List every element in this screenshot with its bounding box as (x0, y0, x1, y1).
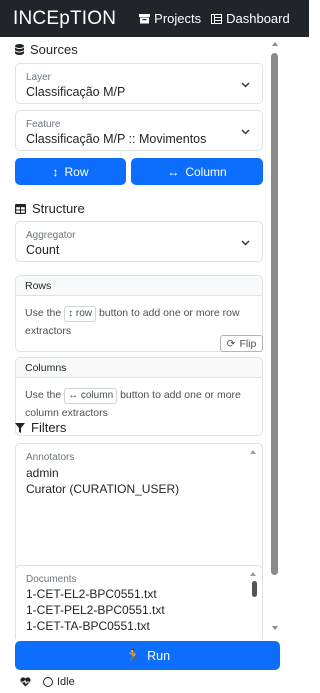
scroll-up-arrow[interactable] (272, 42, 278, 46)
aggregator-select[interactable]: Aggregator Count (15, 221, 263, 262)
inline-column-label: column (80, 390, 114, 401)
scroll-up-arrow[interactable] (250, 450, 256, 454)
main-scrollbar-thumb[interactable] (271, 53, 278, 575)
document-option[interactable]: 1-CET-EL2-BPC0551.txt (26, 587, 157, 601)
sources-title: Sources (30, 42, 78, 57)
app-brand[interactable]: INCEpTION (13, 8, 116, 30)
heartbeat-icon (20, 677, 31, 687)
add-column-label: Column (185, 164, 227, 179)
document-option[interactable]: 1-CET-TA-BPC0551.txt (26, 619, 150, 633)
chevron-down-icon (241, 82, 250, 88)
sidebar-scroll-area[interactable]: Sources Layer Classificação M/P Feature … (0, 37, 309, 639)
structure-heading: Structure (15, 201, 85, 216)
chevron-down-icon (241, 240, 250, 246)
layer-select[interactable]: Layer Classificação M/P (15, 63, 263, 104)
inline-row-button: ↕ row (64, 306, 97, 322)
refresh-icon: ⟳ (226, 337, 236, 350)
document-option[interactable]: 1-CET-PEL2-BPC0551.txt (26, 603, 165, 617)
aggregator-value: Count (26, 243, 60, 257)
add-row-button[interactable]: ↕ Row (15, 158, 126, 185)
status-bar: Idle (20, 676, 75, 688)
horizontal-arrows-icon: ↔ (167, 164, 180, 179)
add-row-label: Row (64, 164, 89, 179)
top-navbar: INCEpTION Projects Dashboard (0, 0, 309, 37)
filters-heading: Filters (15, 420, 66, 435)
layer-label: Layer (26, 72, 52, 83)
documents-scrollbar-thumb[interactable] (252, 581, 257, 597)
scroll-down-arrow[interactable] (272, 626, 278, 630)
nav-projects-label: Projects (154, 11, 202, 26)
documents-label: Documents (26, 574, 77, 585)
projects-icon (139, 13, 151, 23)
aggregator-label: Aggregator (26, 230, 76, 241)
scroll-up-arrow[interactable] (250, 572, 256, 576)
feature-value: Classificação M/P :: Movimentos (26, 132, 207, 146)
vertical-arrows-icon: ↕ (52, 164, 59, 179)
add-column-button[interactable]: ↔ Column (131, 158, 263, 185)
flip-button[interactable]: ⟳ Flip (220, 335, 263, 352)
status-circle-icon (43, 677, 53, 687)
sources-heading: Sources (15, 42, 78, 57)
status-text: Idle (57, 676, 75, 688)
dashboard-icon (211, 13, 223, 24)
annotator-option[interactable]: admin (26, 466, 59, 480)
annotator-option[interactable]: Curator (CURATION_USER) (26, 482, 179, 496)
inline-row-label: row (75, 308, 93, 319)
layer-value: Classificação M/P (26, 85, 126, 99)
running-person-icon: 🏃 (124, 647, 142, 663)
feature-label: Feature (26, 119, 61, 130)
run-button[interactable]: 🏃 Run (15, 641, 280, 670)
nav-dashboard-link[interactable]: Dashboard (211, 11, 290, 26)
nav-projects-link[interactable]: Projects (139, 11, 201, 26)
inline-column-button: ↔ column (64, 388, 118, 404)
table-icon (15, 203, 26, 214)
filters-title: Filters (31, 420, 67, 435)
rows-header: Rows (16, 276, 262, 296)
chevron-down-icon (241, 129, 250, 135)
columns-help-prefix: Use the (25, 389, 62, 401)
columns-header: Columns (16, 358, 262, 378)
rows-help-prefix: Use the (25, 307, 62, 319)
flip-label: Flip (239, 337, 257, 350)
run-label: Run (147, 648, 171, 663)
annotators-label: Annotators (26, 452, 75, 463)
structure-title: Structure (32, 201, 85, 216)
feature-select[interactable]: Feature Classificação M/P :: Movimentos (15, 110, 263, 151)
database-icon (15, 44, 24, 55)
filter-icon (15, 422, 25, 433)
documents-listbox[interactable]: Documents 1-CET-EL2-BPC0551.txt 1-CET-PE… (15, 565, 263, 639)
nav-dashboard-label: Dashboard (226, 11, 290, 26)
